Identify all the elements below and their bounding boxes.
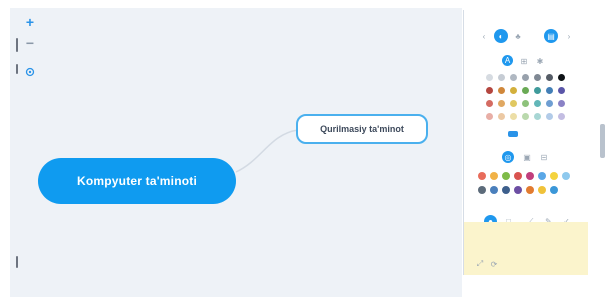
color-swatch[interactable] xyxy=(546,87,553,94)
subtopic-node[interactable]: Qurilmasiy ta'minot xyxy=(296,114,428,144)
color-swatch[interactable] xyxy=(486,100,493,107)
tab-format[interactable]: ♣ xyxy=(513,31,523,41)
sticker-icon[interactable] xyxy=(550,172,558,180)
sticker-icon[interactable] xyxy=(538,186,546,194)
color-swatch[interactable] xyxy=(534,100,541,107)
color-swatch[interactable] xyxy=(486,87,493,94)
color-swatch[interactable] xyxy=(510,74,517,81)
sticker-icon[interactable] xyxy=(562,172,570,180)
image-tab[interactable]: ▣ xyxy=(522,152,532,162)
sticker-icon[interactable] xyxy=(514,172,522,180)
color-swatch[interactable] xyxy=(498,74,505,81)
color-swatch[interactable] xyxy=(558,87,565,94)
fill-icon: A xyxy=(504,56,511,65)
color-swatch[interactable] xyxy=(498,100,505,107)
sticker-icon[interactable] xyxy=(538,172,546,180)
color-swatch[interactable] xyxy=(498,87,505,94)
color-swatch[interactable] xyxy=(522,100,529,107)
expand-icon[interactable]: ⤢ xyxy=(476,259,484,268)
color-swatch[interactable] xyxy=(546,113,553,120)
size-badge[interactable] xyxy=(508,131,518,137)
chevron-left-icon[interactable]: ‹ xyxy=(480,32,488,41)
color-swatch[interactable] xyxy=(534,74,541,81)
color-swatch[interactable] xyxy=(486,74,493,81)
color-swatch[interactable] xyxy=(522,74,529,81)
color-swatch[interactable] xyxy=(546,100,553,107)
shape-tab[interactable]: ◎ xyxy=(502,151,514,163)
palette-icon: ◐ xyxy=(498,31,504,41)
scrollbar-handle[interactable] xyxy=(600,124,605,158)
color-swatch[interactable] xyxy=(498,113,505,120)
main-topic-node[interactable]: Kompyuter ta'minoti xyxy=(38,158,236,204)
border-icon: ⊞ xyxy=(520,56,528,66)
sticker-icon[interactable] xyxy=(478,186,486,194)
color-swatch[interactable] xyxy=(510,113,517,120)
fill-mode-button[interactable]: A xyxy=(502,55,513,66)
chevron-right-icon[interactable]: › xyxy=(565,31,573,41)
color-swatch[interactable] xyxy=(522,113,529,120)
link-icon[interactable]: ⟳ xyxy=(490,260,498,269)
border-mode-button[interactable]: ⊞ xyxy=(519,56,529,66)
color-swatch[interactable] xyxy=(534,113,541,120)
tab-style[interactable]: ◐ xyxy=(494,29,508,43)
color-swatch[interactable] xyxy=(522,87,529,94)
layout-tab[interactable]: ⊟ xyxy=(539,152,549,162)
color-swatch[interactable] xyxy=(558,74,565,81)
color-swatch[interactable] xyxy=(534,87,541,94)
tab-map[interactable]: ▤ xyxy=(544,29,558,43)
color-swatch[interactable] xyxy=(558,100,565,107)
sticker-icon[interactable] xyxy=(490,186,498,194)
color-swatch[interactable] xyxy=(510,87,517,94)
sticker-icon[interactable] xyxy=(490,172,498,180)
sticker-icon[interactable] xyxy=(526,186,534,194)
color-swatch[interactable] xyxy=(546,74,553,81)
sticker-icon[interactable] xyxy=(526,172,534,180)
shape-icon: ◎ xyxy=(504,152,512,162)
image-icon: ▣ xyxy=(523,152,531,162)
sticker-icon[interactable] xyxy=(550,186,558,194)
color-swatch[interactable] xyxy=(558,113,565,120)
layout-icon: ⊟ xyxy=(540,152,548,162)
format-icon: ♣ xyxy=(515,31,521,41)
sticker-icon[interactable] xyxy=(514,186,522,194)
map-icon: ▤ xyxy=(547,31,555,41)
sticker-icon[interactable] xyxy=(478,172,486,180)
style-panel: ‹ ◐ ♣ ▤ › A ⊞ ✱ ◎ ▣ ⊟ ● □ ⟋ ✎ xyxy=(463,10,588,275)
text-mode-button[interactable]: ✱ xyxy=(535,56,545,66)
color-swatch[interactable] xyxy=(510,100,517,107)
sticker-icon[interactable] xyxy=(502,186,510,194)
sticker-icon[interactable] xyxy=(502,172,510,180)
text-color-icon: ✱ xyxy=(536,56,544,66)
color-swatch[interactable] xyxy=(486,113,493,120)
